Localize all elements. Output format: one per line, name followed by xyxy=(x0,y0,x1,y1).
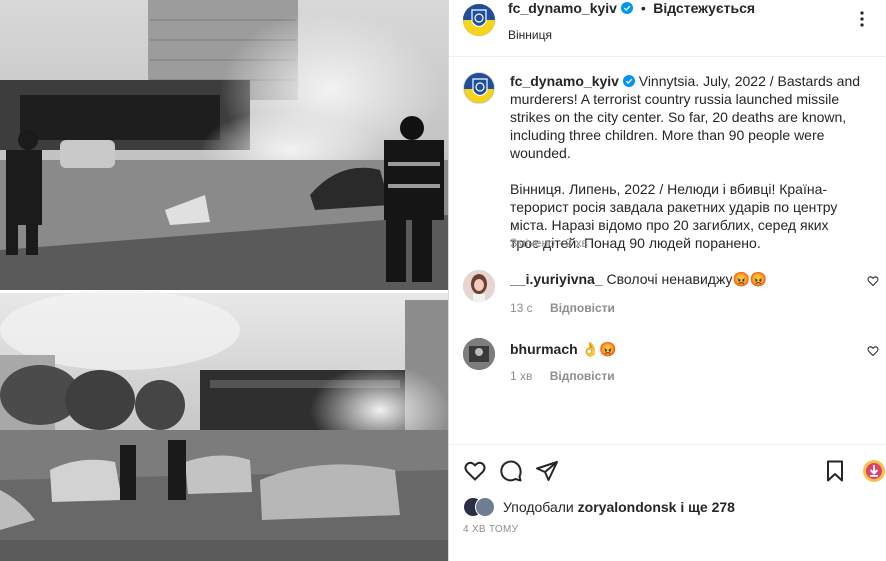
like-comment-heart-icon[interactable] xyxy=(867,275,879,287)
liker-username[interactable]: zoryalondonsk xyxy=(578,499,677,515)
action-bar xyxy=(449,444,886,497)
comment-body: __i.yuriyivna_ Сволочі ненавиджу😡😡 xyxy=(510,270,767,288)
photo-collage xyxy=(0,0,448,561)
post-timestamp[interactable]: 4 ХВ ТОМУ xyxy=(463,524,518,535)
comment-text: Сволочі ненавиджу😡😡 xyxy=(606,271,768,287)
comment-item: __i.yuriyivna_ Сволочі ненавиджу😡😡 13 с … xyxy=(463,270,883,320)
comment-item: bhurmach 👌😡 1 хв Відповісти xyxy=(463,338,883,388)
comment-time: 13 с xyxy=(510,301,533,315)
dynamo-logo-icon xyxy=(463,4,495,36)
liker-avatars[interactable] xyxy=(463,497,497,517)
likes-prefix: Уподобали xyxy=(503,499,574,515)
post-photo[interactable] xyxy=(0,0,448,561)
author-username[interactable]: fc_dynamo_kyiv xyxy=(508,0,617,16)
like-heart-icon[interactable] xyxy=(463,459,487,483)
commenter-avatar[interactable] xyxy=(463,338,495,370)
edited-meta: Змінено · 2 хв xyxy=(510,236,588,250)
comment-bubble-icon[interactable] xyxy=(499,459,523,483)
share-paper-plane-icon[interactable] xyxy=(535,459,559,483)
follow-status-button[interactable]: Відстежується xyxy=(653,0,755,16)
edited-label: Змінено xyxy=(510,236,555,250)
post-header: fc_dynamo_kyiv • Відстежується Вінниця xyxy=(449,0,886,57)
extension-badge-icon[interactable] xyxy=(862,459,886,483)
save-bookmark-icon[interactable] xyxy=(823,459,847,483)
dot-separator: • xyxy=(640,0,646,16)
reply-button[interactable]: Відповісти xyxy=(550,301,615,315)
comment-body: bhurmach 👌😡 xyxy=(510,340,616,358)
comment-time: 1 хв xyxy=(510,369,533,383)
like-comment-heart-icon[interactable] xyxy=(867,345,879,357)
reply-button[interactable]: Відповісти xyxy=(550,369,615,383)
commenter-username[interactable]: __i.yuriyivna_ xyxy=(510,271,603,287)
liker-avatar xyxy=(475,497,495,517)
edited-time: 2 хв xyxy=(565,236,588,250)
comment-meta: 13 с Відповісти xyxy=(510,301,629,315)
dynamo-logo-icon xyxy=(464,73,494,103)
author-avatar[interactable] xyxy=(463,4,495,36)
post-location[interactable]: Вінниця xyxy=(508,28,552,42)
caption-author-avatar[interactable] xyxy=(463,72,495,104)
likes-count[interactable]: і ще 278 xyxy=(680,499,735,515)
verified-badge-icon xyxy=(622,75,635,87)
verified-badge-icon xyxy=(621,2,634,14)
commenter-username[interactable]: bhurmach xyxy=(510,341,578,357)
more-options-icon[interactable] xyxy=(852,9,872,29)
comment-text: 👌😡 xyxy=(581,341,617,357)
caption-author-username[interactable]: fc_dynamo_kyiv xyxy=(510,73,619,89)
person-photo-icon xyxy=(463,270,495,302)
comment-meta: 1 хв Відповісти xyxy=(510,369,629,383)
post-panel: fc_dynamo_kyiv • Відстежується Вінниця f… xyxy=(449,0,886,561)
commenter-avatar[interactable] xyxy=(463,270,495,302)
person-photo-icon xyxy=(463,338,495,370)
